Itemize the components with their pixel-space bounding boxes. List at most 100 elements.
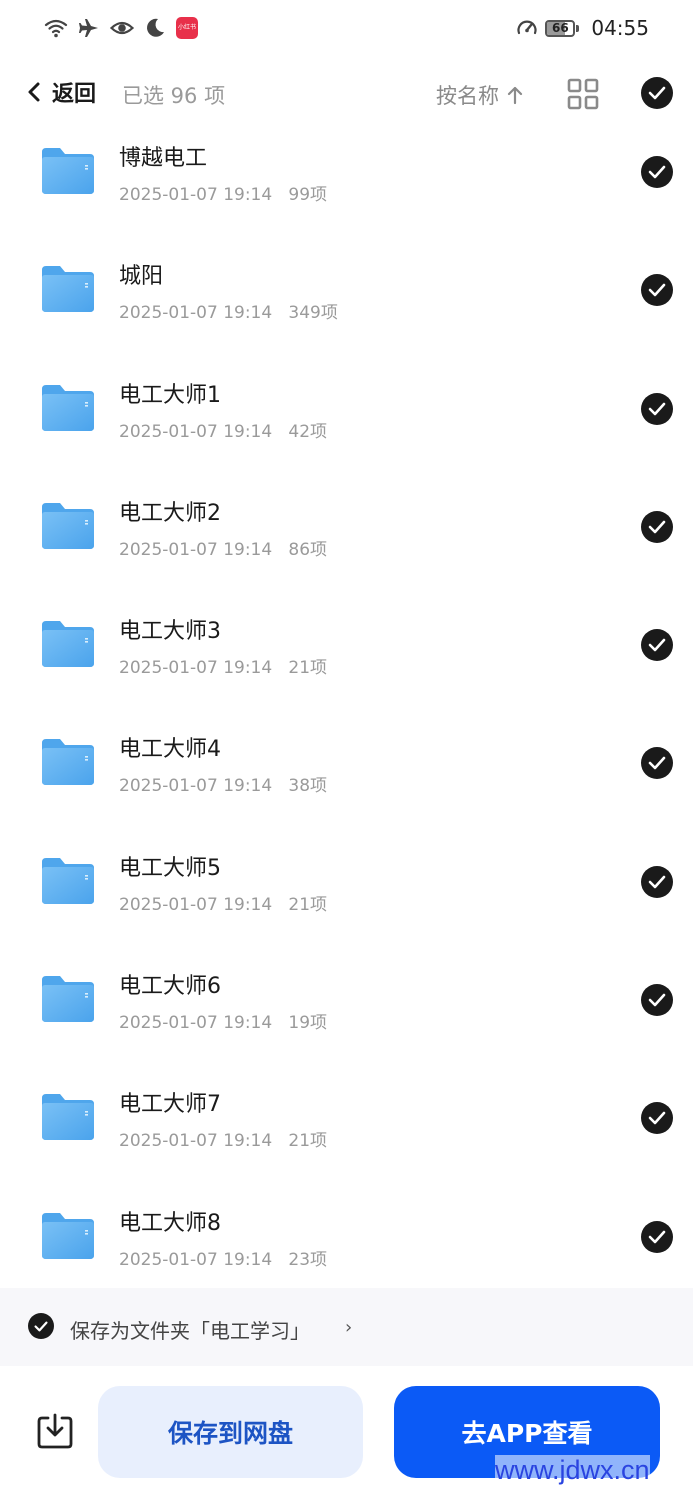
check-icon xyxy=(648,520,666,534)
watermark: www.jdwx.cn xyxy=(495,1455,650,1486)
file-list: 博越电工 2025-01-07 19:14 99项 城阳 2025-01-07 … xyxy=(0,130,693,1313)
folder-meta: 2025-01-07 19:14 99项 xyxy=(119,180,327,205)
folder-name: 电工大师7 xyxy=(119,1092,221,1118)
download-icon[interactable] xyxy=(36,1412,74,1450)
folder-name: 电工大师3 xyxy=(119,619,221,645)
folder-date: 2025-01-07 19:14 xyxy=(119,1131,273,1152)
row-checkbox[interactable] xyxy=(641,510,673,543)
folder-row[interactable]: 电工大师7 2025-01-07 19:14 21项 xyxy=(0,1076,693,1194)
folder-date: 2025-01-07 19:14 xyxy=(119,539,273,560)
folder-row[interactable]: 电工大师5 2025-01-07 19:14 21项 xyxy=(0,840,693,958)
row-checkbox[interactable] xyxy=(641,156,673,188)
folder-meta: 2025-01-07 19:14 19项 xyxy=(119,1008,327,1033)
folder-date: 2025-01-07 19:14 xyxy=(119,303,273,324)
app-notification-icon: 小红书 xyxy=(176,17,198,39)
moon-icon xyxy=(147,18,164,37)
check-icon xyxy=(648,402,666,415)
selected-count: 已选 96 项 xyxy=(122,84,226,108)
folder-icon xyxy=(42,266,94,313)
folder-date: 2025-01-07 19:14 xyxy=(119,1249,273,1270)
folder-icon xyxy=(42,384,94,431)
check-icon xyxy=(648,638,666,652)
save-to-netdisk-button[interactable]: 保存到网盘 xyxy=(98,1386,363,1478)
save-as-label: 保存为文件夹「电工学习」 xyxy=(70,1319,310,1343)
folder-row[interactable]: 电工大师3 2025-01-07 19:14 21项 xyxy=(0,603,693,721)
folder-row[interactable]: 城阳 2025-01-07 19:14 349项 xyxy=(0,248,693,366)
folder-date: 2025-01-07 19:14 xyxy=(119,1013,273,1034)
speedometer-icon xyxy=(517,20,537,35)
chevron-left-icon xyxy=(28,82,40,102)
chevron-right-icon[interactable]: › xyxy=(345,1317,352,1338)
folder-meta: 2025-01-07 19:14 86项 xyxy=(119,535,327,560)
row-checkbox[interactable] xyxy=(641,274,673,307)
folder-icon xyxy=(42,502,94,549)
folder-name: 电工大师5 xyxy=(119,855,221,881)
sort-button[interactable]: 按名称 xyxy=(436,80,523,110)
check-icon xyxy=(648,165,666,179)
folder-count: 21项 xyxy=(288,658,328,679)
folder-row[interactable]: 博越电工 2025-01-07 19:14 99项 xyxy=(0,130,693,248)
folder-count: 349项 xyxy=(288,303,338,324)
folder-meta: 2025-01-07 19:14 349项 xyxy=(119,298,338,323)
header-bar: 返回 已选 96 项 按名称 xyxy=(0,62,693,126)
row-checkbox[interactable] xyxy=(641,747,673,780)
check-icon xyxy=(648,1112,666,1125)
save-as-folder-option[interactable]: 保存为文件夹「电工学习」 › xyxy=(0,1288,693,1366)
folder-date: 2025-01-07 19:14 xyxy=(119,894,273,915)
folder-meta: 2025-01-07 19:14 42项 xyxy=(119,417,327,442)
status-time: 04:55 xyxy=(591,16,649,40)
folder-icon xyxy=(42,976,94,1023)
arrow-up-icon xyxy=(507,86,523,105)
folder-meta: 2025-01-07 19:14 21项 xyxy=(119,653,327,678)
folder-date: 2025-01-07 19:14 xyxy=(119,776,273,797)
folder-name: 电工大师2 xyxy=(119,500,221,526)
check-icon xyxy=(648,283,666,297)
sort-label: 按名称 xyxy=(436,84,499,108)
folder-row[interactable]: 电工大师6 2025-01-07 19:14 19项 xyxy=(0,958,693,1076)
row-checkbox[interactable] xyxy=(641,1220,673,1253)
folder-count: 21项 xyxy=(288,1131,328,1152)
folder-icon xyxy=(42,1212,94,1259)
check-icon xyxy=(648,1230,666,1243)
row-checkbox[interactable] xyxy=(641,984,673,1017)
select-all-checkbox[interactable] xyxy=(641,77,673,109)
wifi-icon xyxy=(44,19,68,38)
eye-icon xyxy=(110,21,134,35)
folder-row[interactable]: 电工大师2 2025-01-07 19:14 86项 xyxy=(0,485,693,603)
folder-count: 99项 xyxy=(288,185,328,205)
folder-count: 21项 xyxy=(288,894,328,915)
airplane-icon xyxy=(79,19,98,37)
folder-icon xyxy=(42,148,94,194)
folder-name: 博越电工 xyxy=(119,146,208,171)
folder-count: 42项 xyxy=(288,421,328,442)
grid-view-icon[interactable] xyxy=(567,78,599,110)
folder-row[interactable]: 电工大师1 2025-01-07 19:14 42项 xyxy=(0,367,693,485)
save-as-checkbox[interactable] xyxy=(28,1313,54,1339)
folder-icon xyxy=(42,857,94,904)
folder-count: 86项 xyxy=(288,539,328,560)
row-checkbox[interactable] xyxy=(641,629,673,662)
battery-icon: 66 xyxy=(545,19,580,37)
row-checkbox[interactable] xyxy=(641,865,673,898)
check-icon xyxy=(648,875,666,889)
folder-date: 2025-01-07 19:14 xyxy=(119,185,273,205)
folder-date: 2025-01-07 19:14 xyxy=(119,421,273,442)
folder-meta: 2025-01-07 19:14 21项 xyxy=(119,1126,327,1151)
folder-date: 2025-01-07 19:14 xyxy=(119,658,273,679)
battery-level: 66 xyxy=(552,20,569,35)
check-circle-icon xyxy=(648,86,666,100)
status-bar: 小红书 66 04:55 xyxy=(0,0,693,60)
check-icon xyxy=(648,993,666,1007)
back-label: 返回 xyxy=(52,82,97,107)
check-icon xyxy=(34,1321,48,1331)
status-icons-right: 66 04:55 xyxy=(515,16,649,40)
row-checkbox[interactable] xyxy=(641,392,673,425)
folder-meta: 2025-01-07 19:14 23项 xyxy=(119,1245,327,1270)
status-icons-left: 小红书 xyxy=(44,16,198,40)
back-button[interactable]: 返回 xyxy=(26,76,96,108)
folder-name: 电工大师4 xyxy=(119,737,221,763)
folder-name: 电工大师6 xyxy=(119,974,221,1000)
folder-count: 38项 xyxy=(288,776,328,797)
row-checkbox[interactable] xyxy=(641,1102,673,1135)
folder-row[interactable]: 电工大师4 2025-01-07 19:14 38项 xyxy=(0,721,693,839)
